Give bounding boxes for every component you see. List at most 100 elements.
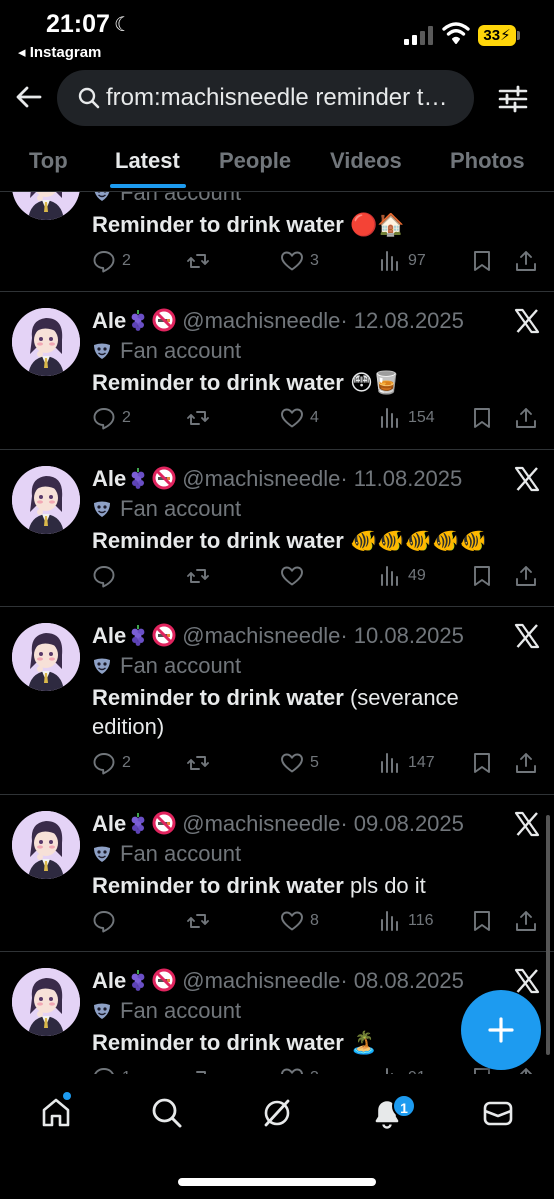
avatar[interactable] [12, 811, 80, 879]
tab-videos[interactable]: Videos [330, 148, 402, 174]
x-logo-icon [514, 623, 540, 649]
reply-button[interactable]: 1 [92, 1065, 131, 1074]
reply-icon [92, 909, 116, 933]
grapes-emoji-icon [130, 309, 146, 331]
like-button[interactable]: 8 [280, 908, 319, 934]
avatar[interactable] [12, 968, 80, 1036]
like-button[interactable]: 5 [280, 750, 319, 776]
search-query-text[interactable]: from:machisneedle reminder t… [106, 84, 450, 112]
views-chart-icon [378, 1066, 402, 1074]
bookmark-button[interactable] [470, 405, 494, 431]
author-handle[interactable]: @machisneedle [182, 623, 340, 648]
avatar[interactable] [12, 466, 80, 534]
author-name[interactable]: Ale [92, 466, 126, 491]
reply-button[interactable] [92, 563, 122, 589]
author-name[interactable]: Ale [92, 623, 126, 648]
tab-latest[interactable]: Latest [115, 148, 180, 174]
reply-button[interactable]: 2 [92, 405, 131, 431]
author-name[interactable]: Ale [92, 308, 126, 333]
author-name[interactable]: Ale [92, 968, 126, 993]
author-handle[interactable]: @machisneedle [182, 968, 340, 993]
like-button[interactable] [280, 563, 310, 589]
tweet-partial[interactable]: Fan account Reminder to drink water 🔴🏠 2… [0, 192, 554, 292]
tweet-header: Ale @machisneedle· 11.08.2025 [92, 466, 462, 494]
retweet-button[interactable] [186, 248, 216, 274]
bookmark-button[interactable] [470, 563, 494, 589]
filter-settings-icon[interactable] [498, 84, 528, 114]
status-bar: 21:07 ☾ ◂ Instagram 33⚡ [0, 0, 554, 66]
reply-button[interactable] [92, 908, 122, 934]
author-name[interactable]: Ale [92, 811, 126, 836]
avatar[interactable] [12, 192, 80, 220]
bookmark-button[interactable] [470, 908, 494, 934]
like-button[interactable]: 3 [280, 1065, 319, 1074]
author-handle[interactable]: @machisneedle [182, 811, 340, 836]
back-arrow-icon[interactable] [14, 82, 44, 112]
home-icon[interactable] [39, 1096, 73, 1130]
fan-account-label: Fan account [92, 192, 241, 208]
no-smoking-icon [152, 308, 176, 332]
like-button[interactable]: 4 [280, 405, 319, 431]
views-button[interactable]: 154 [378, 405, 435, 431]
views-button[interactable]: 91 [378, 1065, 426, 1074]
battery-tip [517, 31, 520, 40]
tab-people[interactable]: People [219, 148, 291, 174]
tab-top[interactable]: Top [29, 148, 68, 174]
grok-icon[interactable] [260, 1096, 294, 1130]
tweet-date: · 10.08.2025 [340, 623, 464, 648]
fan-account-label: Fan account [92, 841, 241, 869]
reply-button[interactable]: 2 [92, 750, 131, 776]
bookmark-icon [470, 406, 494, 430]
share-button[interactable] [514, 908, 538, 934]
share-icon [514, 1066, 538, 1074]
retweet-button[interactable] [186, 750, 216, 776]
feed-scrollbar[interactable] [546, 815, 550, 1055]
share-button[interactable] [514, 563, 538, 589]
author-handle[interactable]: @machisneedle [182, 466, 340, 491]
heart-icon [280, 751, 304, 775]
active-tab-indicator [110, 184, 186, 188]
author-handle[interactable]: @machisneedle [182, 308, 340, 333]
back-to-app-link[interactable]: ◂ Instagram [18, 43, 101, 61]
retweet-button[interactable] [186, 405, 216, 431]
tweet[interactable]: Ale @machisneedle· 11.08.2025 Fan account… [0, 450, 554, 607]
views-button[interactable]: 147 [378, 750, 435, 776]
retweet-button[interactable] [186, 563, 216, 589]
views-button[interactable]: 116 [378, 908, 434, 934]
home-indicator-bar[interactable] [178, 1178, 376, 1186]
bookmark-button[interactable] [470, 248, 494, 274]
tweet[interactable]: Ale @machisneedle· 09.08.2025 Fan account… [0, 795, 554, 952]
views-chart-icon [378, 249, 402, 273]
views-button[interactable]: 49 [378, 563, 426, 589]
tweet-date: · 08.08.2025 [340, 968, 464, 993]
retweet-icon [186, 249, 210, 273]
no-smoking-icon [152, 968, 176, 992]
share-button[interactable] [514, 248, 538, 274]
like-button[interactable]: 3 [280, 248, 319, 274]
x-logo-icon [514, 968, 540, 994]
tweet-date: · 09.08.2025 [340, 811, 464, 836]
retweet-icon [186, 751, 210, 775]
tweet[interactable]: Ale @machisneedle· 12.08.2025 Fan account… [0, 292, 554, 450]
heart-icon [280, 406, 304, 430]
reply-button[interactable]: 2 [92, 248, 131, 274]
retweet-button[interactable] [186, 908, 216, 934]
tweet-text: Reminder to drink water 🔴🏠 [92, 212, 405, 237]
search-results-feed[interactable]: Fan account Reminder to drink water 🔴🏠 2… [0, 192, 554, 1074]
bookmark-button[interactable] [470, 750, 494, 776]
compose-post-button[interactable] [461, 990, 541, 1070]
search-icon [78, 87, 100, 109]
notifications-badge: 1 [392, 1094, 416, 1118]
bottom-navigation: 1 [0, 1074, 554, 1199]
search-icon[interactable] [150, 1096, 184, 1130]
tab-photos[interactable]: Photos [450, 148, 525, 174]
share-button[interactable] [514, 405, 538, 431]
share-button[interactable] [514, 750, 538, 776]
messages-envelope-icon[interactable] [481, 1096, 515, 1130]
avatar[interactable] [12, 623, 80, 691]
tweet-text: Reminder to drink water 😳🥃 [92, 370, 401, 395]
tweet[interactable]: Ale @machisneedle· 10.08.2025 Fan account… [0, 607, 554, 795]
avatar[interactable] [12, 308, 80, 376]
views-button[interactable]: 97 [378, 248, 426, 274]
retweet-button[interactable] [186, 1065, 216, 1074]
